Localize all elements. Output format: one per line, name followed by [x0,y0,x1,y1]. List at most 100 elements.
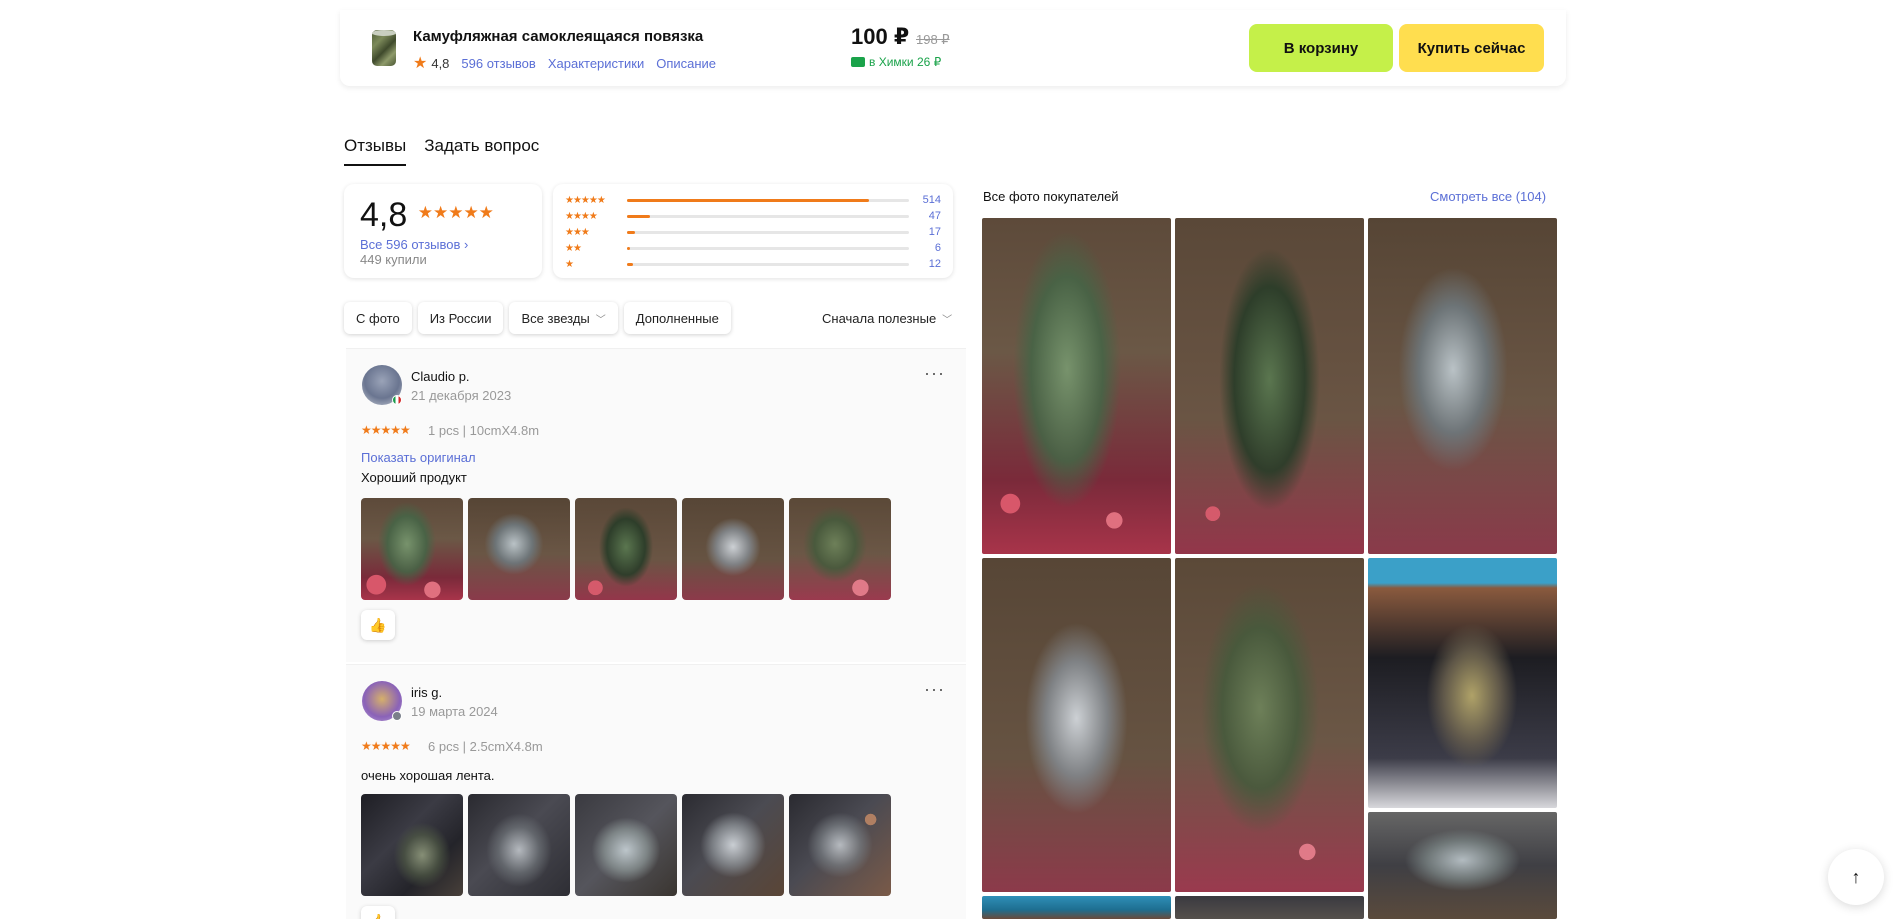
review-photos [361,498,891,600]
distribution-bar-fill [627,214,650,218]
distribution-stars: ★★★★★ [565,194,606,206]
distribution-bar [627,230,909,234]
gallery-photo[interactable] [1368,218,1557,554]
review-photo[interactable] [468,794,570,896]
review-text: Хороший продукт [361,470,467,485]
distribution-row[interactable]: ★★★★★ 514 [565,192,941,208]
rating-summary: 4,8 ★★★★★ Все 596 отзывов › 449 купили [344,184,542,278]
gallery-photo[interactable] [982,896,1171,919]
distribution-row[interactable]: ★★★★ 47 [565,208,941,224]
gallery-title: Все фото покупателей [983,189,1119,204]
add-to-cart-button[interactable]: В корзину [1249,24,1393,72]
review-photo[interactable] [789,794,891,896]
chevron-down-icon: ﹀ [942,315,953,326]
distribution-row[interactable]: ★★★ 17 [565,224,941,240]
rating-distribution: ★★★★★ 514 ★★★★ 47 ★★★ 17 ★★ 6 ★ 12 [553,184,953,278]
review-date: 19 марта 2024 [411,704,498,719]
specs-link[interactable]: Характеристики [548,56,644,71]
product-thumbnail[interactable] [366,28,402,68]
chevron-down-icon: ﹀ [595,314,606,326]
sticky-product-bar: Камуфляжная самоклеящаяся повязка ★ 4,8 … [340,10,1566,86]
reviews-link[interactable]: 596 отзывов [461,56,535,71]
distribution-bar [627,198,909,202]
review-photo[interactable] [361,794,463,896]
review-photo[interactable] [575,498,677,600]
review-photos [361,794,891,896]
distribution-stars: ★★★ [565,226,590,238]
see-all-photos-link[interactable]: Смотреть все (104) [1430,189,1546,204]
filter-with-photo[interactable]: С фото [344,302,412,334]
review-photo[interactable] [361,498,463,600]
filter-with-photo-label: С фото [356,310,400,326]
product-title: Камуфляжная самоклеящаяся повязка [413,28,704,45]
verified-badge-icon [392,711,402,721]
review-text: очень хорошая лента. [361,768,495,783]
distribution-count: 47 [928,210,941,222]
distribution-row[interactable]: ★★ 6 [565,240,941,256]
filter-all-stars[interactable]: Все звезды ﹀ [509,302,618,334]
bought-count: 449 купили [360,252,427,267]
review-username: iris g. [411,685,443,700]
delivery-text: в Химки 26 ₽ [869,55,942,69]
review-photo[interactable] [468,498,570,600]
tab-ask-question[interactable]: Задать вопрос [424,136,539,166]
review-variant: 1 pcs | 10cmX4.8m [428,423,540,438]
gallery-photo[interactable] [1368,558,1557,808]
all-reviews-link[interactable]: Все 596 отзывов › [360,237,526,252]
distribution-stars: ★★ [565,242,582,254]
distribution-stars: ★★★★ [565,210,598,222]
distribution-count: 6 [934,242,941,254]
gallery-photo[interactable] [982,218,1171,554]
old-price: 198 ₽ [916,32,950,47]
distribution-count: 12 [928,258,941,270]
distribution-count: 17 [928,226,941,238]
truck-icon [851,57,865,67]
distribution-bar [627,262,909,266]
product-meta: ★ 4,8 596 отзывов Характеристики Описани… [413,53,716,73]
review-tabs: Отзывы Задать вопрос [344,136,539,166]
thumbs-up-icon[interactable]: 👍 [361,610,395,640]
current-price: 100 ₽ [851,24,910,49]
filter-supplemented-label: Дополненные [635,310,719,326]
review-stars: ★★★★★ [361,423,411,437]
sort-dropdown[interactable]: Сначала полезные ﹀ [822,311,952,326]
filter-from-russia-label: Из России [429,310,492,326]
distribution-count: 514 [922,194,941,206]
distribution-bar-fill [627,230,636,234]
review-card: Claudio p. 21 декабря 2023 ··· ★★★★★ 1 p… [346,348,966,662]
thumbs-up-icon[interactable]: 👍 [361,906,395,919]
average-rating: 4,8 [360,196,408,234]
gallery-photo[interactable] [1175,896,1364,919]
review-stars: ★★★★★ [361,739,411,753]
filter-supplemented[interactable]: Дополненные [623,302,731,334]
product-rating: 4,8 [431,55,450,71]
review-variant: 6 pcs | 2.5cmX4.8m [428,739,543,754]
product-reviews-page: Камуфляжная самоклеящаяся повязка ★ 4,8 … [0,0,1904,919]
rating-stars: ★★★★★ [417,203,494,222]
review-date: 21 декабря 2023 [411,388,512,403]
review-username: Claudio p. [411,369,470,384]
review-photo[interactable] [682,498,784,600]
buy-now-button[interactable]: Купить сейчас [1399,24,1544,72]
distribution-bar [627,214,909,218]
gallery-photo[interactable] [1368,812,1557,919]
review-card: iris g. 19 марта 2024 ··· ★★★★★ 6 pcs | … [346,664,966,919]
arrow-up-icon[interactable]: ↑ [1828,849,1884,905]
more-icon[interactable]: ··· [924,363,945,384]
tab-reviews[interactable]: Отзывы [344,136,407,166]
review-photo[interactable] [682,794,784,896]
gallery-photo[interactable] [1175,218,1364,554]
gallery-photo[interactable] [1175,558,1364,892]
sort-label: Сначала полезные [822,311,937,326]
distribution-bar-fill [627,262,633,266]
review-photo[interactable] [789,498,891,600]
more-icon[interactable]: ··· [924,679,945,700]
filter-from-russia[interactable]: Из России [417,302,504,334]
show-original-link[interactable]: Показать оригинал [361,450,476,465]
review-photo[interactable] [575,794,677,896]
gallery-photo[interactable] [982,558,1171,892]
description-link[interactable]: Описание [656,56,716,71]
distribution-row[interactable]: ★ 12 [565,256,941,272]
distribution-stars: ★ [565,258,574,270]
review-filters: С фото Из России Все звезды ﹀ Дополненные [344,302,731,334]
